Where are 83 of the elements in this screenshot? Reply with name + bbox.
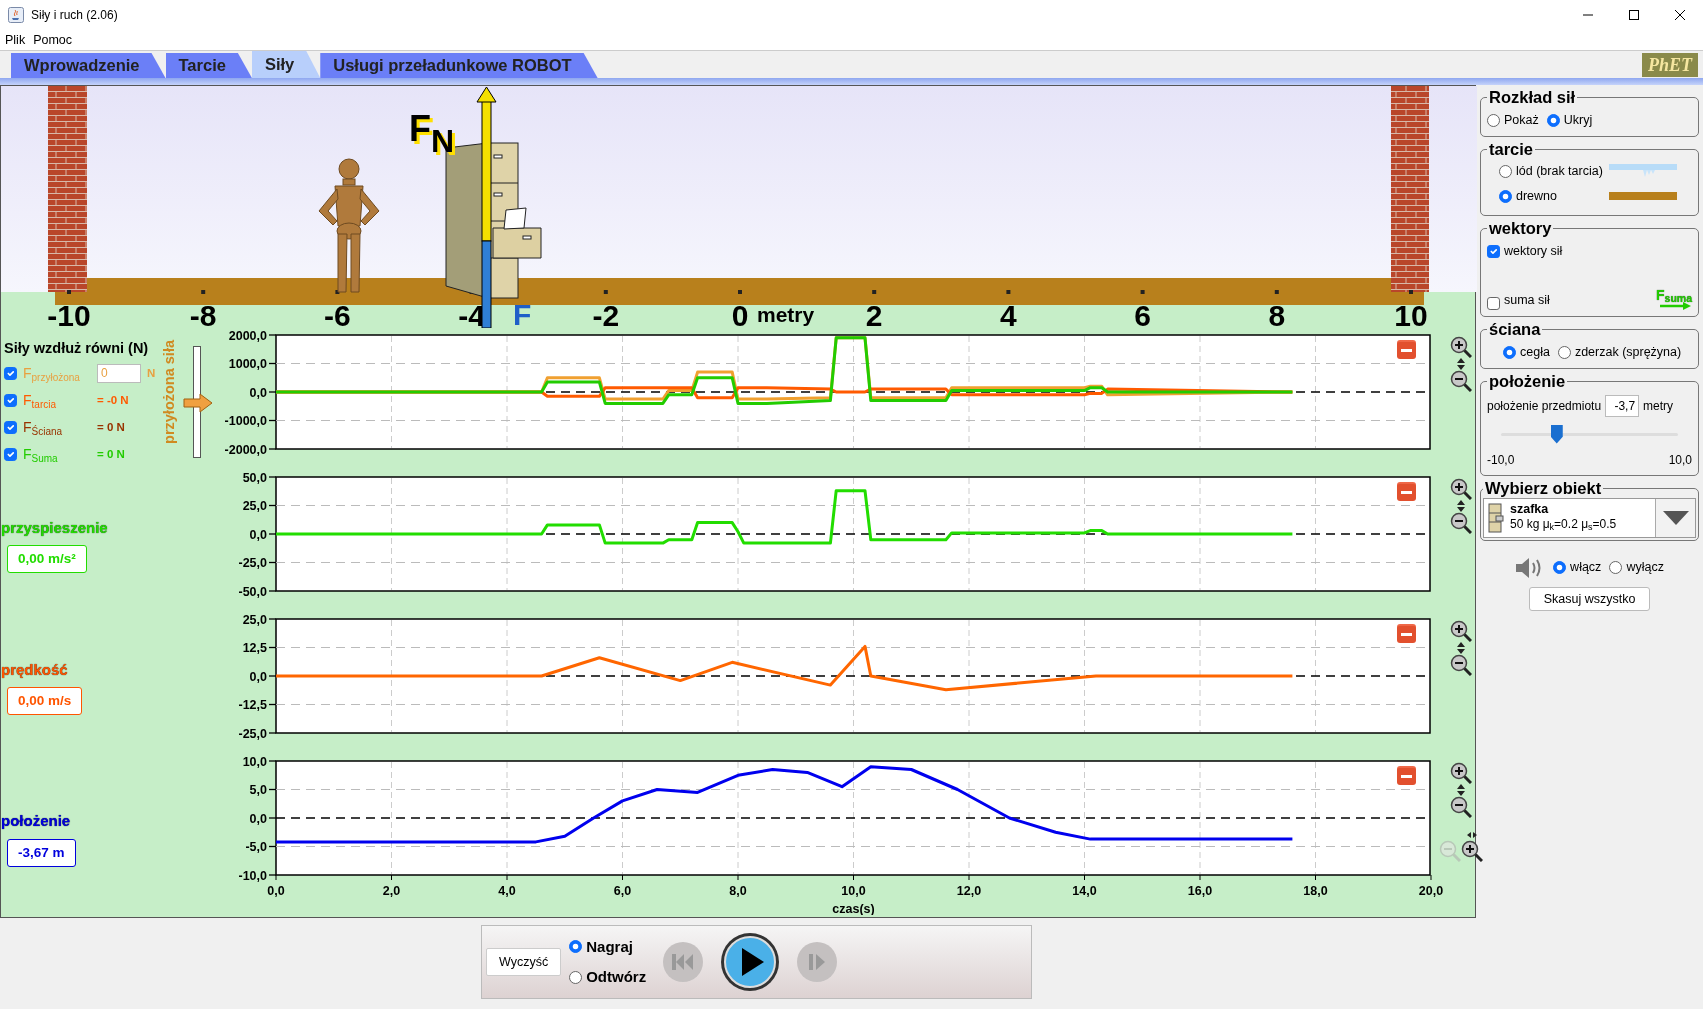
radio-label: wyłącz [1626,559,1664,577]
force-reading: = -0 N [97,392,129,408]
ruler-label: 2 [865,299,883,328]
radio-label: włącz [1570,559,1602,577]
x-tick-label: 6,0 [613,884,631,898]
x-tick-label: 14,0 [1072,884,1097,898]
x-tick-label: 0,0 [267,884,285,898]
readout-field: -3,67 m [7,838,76,867]
force-reading: = 0 N [97,446,125,462]
readout-field: 0,00 m/s² [7,545,87,574]
x-tick-label: 12,0 [956,884,981,898]
graph-title: przyspieszenie [1,517,109,538]
ruler-label: 10 [1394,299,1428,328]
unit-label: N [147,365,156,381]
y-tick-label: 12,5 [242,641,267,655]
y-tick-label: 1000,0 [228,357,267,371]
ruler-unit: metry [757,303,815,326]
y-tick-label: 0,0 [249,527,267,542]
x-tick-label: 4,0 [498,884,516,898]
radio-label: Nagraj [586,936,633,957]
y-tick-label: 25,0 [242,612,267,627]
object-details: 50 kg μ$_{k}$=0.2 μ$_{s}$=0.5 [1510,517,1617,532]
graph-title: prędkość [1,659,69,680]
unit-label: metry [1643,397,1674,415]
y-tick-label: 0,0 [249,669,267,684]
force-reading: = 0 N [97,419,125,435]
y-tick-label: 10,0 [242,754,267,769]
object-name: szafka [1510,503,1550,518]
force-label: F$_{tarcia}$ [23,393,57,408]
ruler-label: 6 [1134,299,1151,328]
force-label: F [513,300,532,330]
radio-label: Ukryj [1563,112,1593,129]
axis-title: czas(s) [832,902,875,915]
y-tick-label: 25,0 [242,499,267,513]
radio-label: drewno [1516,187,1557,205]
panel-title: Siły wzdłuż równi (N) [4,339,150,358]
y-tick-label: -50,0 [238,584,267,599]
ruler-label: 0 [731,299,749,328]
y-tick-label: 2000,0 [228,328,267,343]
radio-label: Odtwórz [586,967,647,987]
ruler-label: 4 [1000,299,1017,328]
checkbox-label: suma sił [1504,292,1550,309]
ruler-label: 8 [1268,299,1286,328]
window-title: Siły i ruch (2.06) [31,7,118,24]
field-label: położenie przedmiotu [1487,397,1602,415]
graph-title: położenie [1,811,72,832]
force-label: F$_{przyłożona}$ [23,366,81,381]
radio-label: zderzak (sprężyna) [1574,343,1682,361]
y-tick-label: -1000,0 [224,414,267,428]
y-tick-label: -25,0 [238,726,267,741]
radio-label: Pokaż [1504,112,1539,129]
y-tick-label: 50,0 [242,470,267,485]
x-tick-label: 8,0 [729,884,747,898]
ruler-label: -6 [324,299,351,328]
y-tick-label: -2000,0 [224,442,267,457]
y-tick-label: 0,0 [249,385,267,400]
ruler-label: -10 [47,299,91,328]
y-tick-label: 0,0 [249,811,267,826]
x-tick-label: 10,0 [841,884,866,898]
logo: PhET [1642,53,1698,77]
slider-label: przyłożona siła [160,340,179,444]
radio-label: cegła [1520,343,1550,361]
y-tick-label: 5,0 [249,783,267,797]
checkbox-label: wektory sił [1504,243,1563,261]
force-label: F$_{Suma}$ [23,447,59,462]
scale-label: 10,0 [1668,451,1692,469]
x-tick-label: 20,0 [1418,884,1443,898]
x-tick-label: 18,0 [1303,884,1328,898]
x-tick-label: 2,0 [382,884,400,898]
ruler-label: -8 [189,299,217,328]
y-tick-label: -25,0 [238,556,267,570]
ruler-label: -4 [458,299,485,328]
scale-label: -10,0 [1487,451,1515,469]
y-tick-label: -5,0 [245,840,267,854]
force-label: F$_{Ściana}$ [23,420,64,435]
radio-label: lód (brak tarcia) [1516,162,1603,180]
y-tick-label: -12,5 [238,698,267,712]
legend-label: F$_{suma}$ [1656,287,1692,302]
ruler-label: -2 [592,299,620,328]
x-tick-label: 16,0 [1187,884,1212,898]
y-tick-label: -10,0 [238,868,267,883]
readout-field: 0,00 m/s [7,687,83,716]
force-label: F$_{N}$ [409,107,456,157]
